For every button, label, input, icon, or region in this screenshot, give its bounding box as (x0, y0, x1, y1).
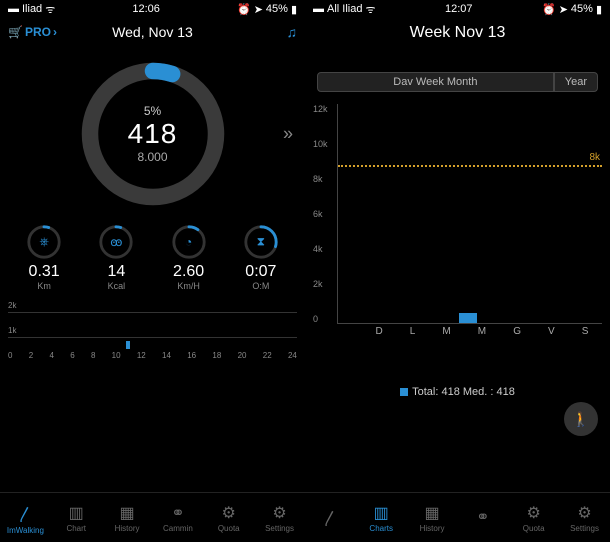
tab-settings[interactable]: ⚙Settings (254, 493, 305, 542)
week-bar (459, 313, 477, 323)
battery-percent: 45% (571, 3, 593, 15)
legend-square-icon (400, 388, 408, 396)
tab-charts-r[interactable]: ▥Charts (356, 493, 407, 542)
gear-icon: ⚙ (222, 503, 236, 523)
status-bar: ▬ Iliad ᯤ 12:06 ⏰ ➤ 45% ▮ (0, 0, 305, 18)
goal-line (338, 165, 602, 167)
tab-chart[interactable]: ▥Chart (51, 493, 102, 542)
clock: 12:06 (132, 3, 160, 15)
speed-stat[interactable]: ◔ 2.60 Km/H (170, 223, 208, 291)
range-day-week-month[interactable]: Dav Week Month (318, 73, 554, 91)
y-axis: 12k10k8k6k4k2k0 (313, 104, 328, 324)
walking-icon: 🚶 (572, 411, 589, 428)
tab-bar: 〳ImWalking ▥Chart ▦History ⚭Cammin ⚙Quot… (0, 492, 610, 542)
cart-icon: 🛒 (8, 25, 23, 39)
tab-quota[interactable]: ⚙Quota (203, 493, 254, 542)
carrier: All Iliad (327, 3, 362, 15)
battery-percent: 45% (266, 3, 288, 15)
next-arrow-icon[interactable]: » (283, 123, 293, 144)
tab-cammin[interactable]: ⚭Cammin (152, 493, 203, 542)
goal-label: 8k (589, 152, 600, 163)
x-axis: DLMMGVS (362, 326, 602, 337)
signal-icon: ▬ (8, 3, 19, 15)
clock: 12:07 (445, 3, 473, 15)
bars-icon: ▥ (374, 503, 389, 523)
tab-imwalking[interactable]: 〳ImWalking (0, 493, 51, 542)
music-icon[interactable]: ♫ (287, 24, 298, 40)
gear-icon: ⚙ (527, 503, 541, 523)
gauge-icon: ◔ (185, 235, 192, 249)
tab-activity-r[interactable]: 〳 (305, 493, 356, 542)
group-icon: ⚭ (171, 503, 184, 523)
wifi-icon: ᯤ (45, 2, 55, 17)
calories-stat[interactable]: ꙭ 14 Kcal (97, 223, 135, 291)
gear-icon: ⚙ (577, 503, 591, 523)
signal-icon: ▬ (313, 3, 324, 15)
carrier: Iliad (22, 3, 42, 15)
time-stat[interactable]: ⧗ 0:07 O:M (242, 223, 280, 291)
steps-goal: 8.000 (128, 150, 178, 164)
alarm-icon: ⏰ (237, 3, 251, 16)
hourly-bar (126, 341, 130, 349)
gear-icon: ⚙ (272, 503, 286, 523)
status-bar: ▬ All Iliad ᯤ 12:07 ⏰ ➤ 45% ▮ (305, 0, 610, 18)
range-selector[interactable]: Dav Week Month Year (317, 72, 598, 92)
page-title: Week Nov 13 (305, 18, 610, 48)
battery-icon: ▮ (291, 3, 297, 16)
calendar-icon: ▦ (424, 503, 439, 523)
week-chart[interactable]: 12k10k8k6k4k2k0 8k DLMMGVS (313, 104, 602, 364)
pin-icon: ⎈ (39, 235, 49, 250)
header: 🛒 PRO› Wed, Nov 13 ♫ (0, 18, 305, 46)
distance-stat[interactable]: ⎈ 0.31 Km (25, 223, 63, 291)
bars-icon: ▥ (69, 503, 84, 523)
week-view-screen: ▬ All Iliad ᯤ 12:07 ⏰ ➤ 45% ▮ Week Nov 1… (305, 0, 610, 492)
range-year[interactable]: Year (554, 73, 597, 91)
walk-mode-button[interactable]: 🚶 (564, 402, 598, 436)
battery-icon: ▮ (596, 3, 602, 16)
tab-quota-r[interactable]: ⚙Quota (508, 493, 559, 542)
calendar-icon: ▦ (120, 503, 135, 523)
activity-icon: 〳 (322, 505, 338, 529)
steps-ring[interactable]: 5% 418 8.000 » (0, 46, 305, 221)
alarm-icon: ⏰ (542, 3, 556, 16)
steps-count: 418 (128, 118, 178, 150)
location-arrow-icon: ➤ (254, 3, 263, 16)
flame-icon: ꙭ (110, 235, 122, 249)
tab-history[interactable]: ▦History (102, 493, 153, 542)
tab-group-r[interactable]: ⚭ (457, 493, 508, 542)
hourly-x-axis: 024681012141618202224 (8, 351, 297, 360)
tab-history-r[interactable]: ▦History (407, 493, 458, 542)
date-title[interactable]: Wed, Nov 13 (112, 24, 193, 40)
pro-button[interactable]: 🛒 PRO› (8, 25, 57, 39)
hourglass-icon: ⧗ (257, 235, 265, 250)
group-icon: ⚭ (476, 507, 489, 527)
mini-stats: ⎈ 0.31 Km ꙭ 14 Kcal ◔ 2.60 Km/H ⧗ 0:07 O… (0, 223, 305, 291)
tab-settings-r[interactable]: ⚙Settings (559, 493, 610, 542)
progress-percent: 5% (128, 104, 178, 118)
activity-icon: 〳 (17, 501, 33, 525)
day-view-screen: ▬ Iliad ᯤ 12:06 ⏰ ➤ 45% ▮ 🛒 PRO› Wed, No… (0, 0, 305, 492)
location-arrow-icon: ➤ (559, 3, 568, 16)
wifi-icon: ᯤ (365, 2, 375, 17)
hourly-chart[interactable]: 2k 1k 024681012141618202224 (0, 297, 305, 364)
totals-legend: Total: 418 Med. : 418 (305, 386, 610, 398)
